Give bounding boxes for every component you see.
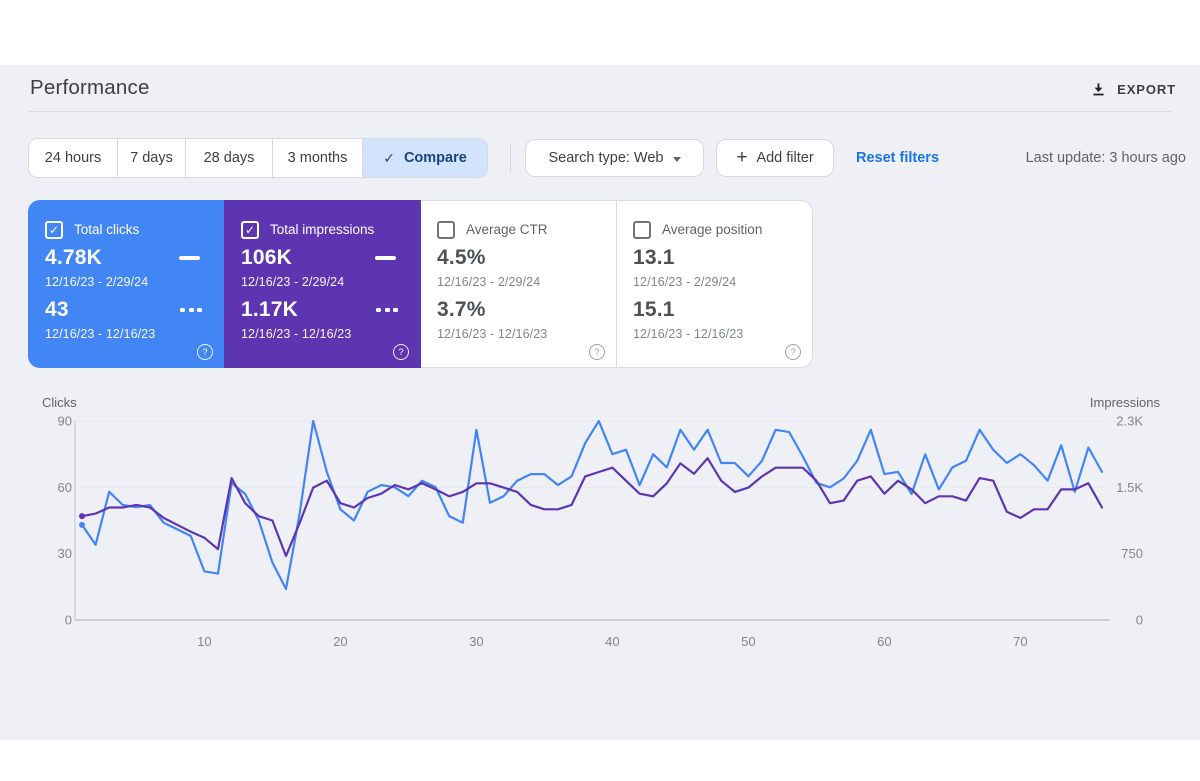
plus-icon: + — [736, 146, 748, 168]
metric-card-label: Average position — [662, 222, 763, 237]
right-axis-tick: 0 — [1136, 613, 1143, 628]
dotted-line-legend-icon — [376, 308, 398, 312]
right-axis-tick: 1.5K — [1116, 480, 1143, 495]
x-axis-tick: 10 — [197, 634, 211, 649]
left-axis-tick: 30 — [58, 546, 72, 561]
right-axis-tick: 2.3K — [1116, 414, 1143, 429]
metric-card-label: Total clicks — [74, 222, 140, 237]
metric-value: 13.1 — [633, 246, 675, 269]
metric-date-range: 12/16/23 - 12/16/23 — [437, 327, 548, 341]
date-tab-label: 7 days — [130, 150, 173, 166]
date-tab-label: Compare — [403, 150, 467, 166]
metric-date-range: 12/16/23 - 12/16/23 — [241, 327, 352, 341]
download-icon — [1091, 82, 1106, 97]
left-axis-tick: 90 — [58, 414, 72, 429]
filter-separator — [510, 143, 511, 173]
filter-row: 24 hours 7 days 28 days 3 months ✓ Compare Se… — [28, 138, 1186, 178]
chevron-down-icon — [672, 156, 681, 162]
metric-date-range: 12/16/23 - 2/29/24 — [633, 275, 737, 289]
date-tab-label: 28 days — [203, 150, 255, 166]
search-type-label: Search type: Web — [548, 150, 664, 166]
help-icon[interactable]: ? — [589, 344, 605, 360]
metric-card-label: Total impressions — [270, 222, 375, 237]
metric-card-total-clicks[interactable]: ✓ Total clicks 4.78K 12/16/23 - 2/29/24 43 12… — [28, 200, 225, 368]
checked-checkbox[interactable]: ✓ — [45, 221, 63, 239]
solid-line-legend-icon — [375, 256, 396, 260]
check-icon: ✓ — [383, 149, 395, 166]
date-tab-7-days[interactable]: 7 days — [117, 139, 185, 177]
metric-date-range: 12/16/23 - 2/29/24 — [241, 275, 345, 289]
page-title: Performance — [30, 76, 150, 99]
x-axis-tick: 30 — [469, 634, 483, 649]
left-axis-title: Clicks — [42, 395, 77, 410]
metric-cards-row: ✓ Total clicks 4.78K 12/16/23 - 2/29/24 43 12… — [28, 200, 813, 368]
left-axis-tick: 0 — [65, 613, 72, 628]
export-button[interactable]: EXPORT — [1089, 78, 1178, 101]
right-axis-title: Impressions — [1090, 395, 1161, 410]
metric-date-range: 12/16/23 - 12/16/23 — [45, 327, 156, 341]
performance-chart: 0 0 30 750 60 1.5K 90 2.3K Clicks Impressions 10 20… — [42, 395, 1161, 649]
date-tab-label: 3 months — [287, 150, 348, 166]
x-axis-tick: 20 — [333, 634, 347, 649]
left-axis-tick: 60 — [58, 480, 72, 495]
date-tab-3-months[interactable]: 3 months — [272, 139, 362, 177]
x-axis-tick: 40 — [605, 634, 619, 649]
metric-card-average-ctr[interactable]: Average CTR 4.5% 12/16/23 - 2/29/24 3.7% 12/… — [420, 200, 617, 368]
last-update-text: Last update: 3 hours ago — [1025, 150, 1186, 166]
total-impressions-start-point — [79, 513, 85, 520]
search-console-performance-page: Performance EXPORT 24 hours 7 days 28 days… — [0, 0, 1200, 781]
export-label: EXPORT — [1117, 82, 1176, 97]
header-divider — [28, 111, 1172, 112]
add-filter-label: Add filter — [756, 150, 814, 166]
metric-date-range: 12/16/23 - 2/29/24 — [437, 275, 541, 289]
unchecked-checkbox[interactable] — [633, 221, 651, 239]
metric-date-range: 12/16/23 - 2/29/24 — [45, 275, 149, 289]
unchecked-checkbox[interactable] — [437, 221, 455, 239]
help-icon[interactable]: ? — [785, 344, 801, 360]
metric-value: 106K — [241, 246, 293, 269]
date-tab-compare[interactable]: ✓ Compare — [362, 139, 487, 177]
right-axis-tick: 750 — [1121, 546, 1143, 561]
metric-value: 4.78K — [45, 246, 103, 269]
date-tab-28-days[interactable]: 28 days — [185, 139, 272, 177]
solid-line-legend-icon — [179, 256, 200, 260]
x-axis-tick: 60 — [877, 634, 891, 649]
date-tab-24-hours[interactable]: 24 hours — [29, 139, 117, 177]
total-clicks-start-point — [79, 521, 85, 528]
help-icon[interactable]: ? — [393, 344, 409, 360]
metric-value: 15.1 — [633, 298, 675, 321]
date-range-tabs: 24 hours 7 days 28 days 3 months ✓ Compare — [28, 138, 488, 178]
add-filter-button[interactable]: + Add filter — [716, 139, 834, 177]
x-axis-tick: 50 — [741, 634, 755, 649]
content-area: Performance EXPORT 24 hours 7 days 28 days… — [0, 65, 1200, 740]
checked-checkbox[interactable]: ✓ — [241, 221, 259, 239]
search-type-dropdown[interactable]: Search type: Web — [525, 139, 704, 177]
x-axis-tick: 70 — [1013, 634, 1027, 649]
help-icon[interactable]: ? — [197, 344, 213, 360]
metric-value: 1.17K — [241, 298, 299, 321]
dotted-line-legend-icon — [180, 308, 202, 312]
metric-card-label: Average CTR — [466, 222, 548, 237]
metric-value: 43 — [45, 298, 69, 321]
metric-date-range: 12/16/23 - 12/16/23 — [633, 327, 744, 341]
metric-card-average-position[interactable]: Average position 13.1 12/16/23 - 2/29/24 15… — [616, 200, 813, 368]
date-tab-label: 24 hours — [44, 150, 102, 166]
metric-value: 3.7% — [437, 298, 486, 321]
total-clicks-line — [80, 419, 1104, 591]
reset-filters-link[interactable]: Reset filters — [856, 150, 939, 166]
metric-card-total-impressions[interactable]: ✓ Total impressions 106K 12/16/23 - 2/29/24… — [224, 200, 421, 368]
metric-value: 4.5% — [437, 246, 486, 269]
